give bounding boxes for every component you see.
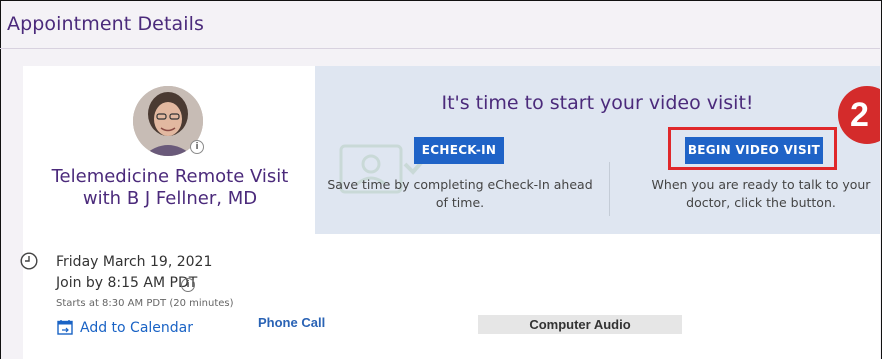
header-divider	[0, 48, 880, 49]
begin-video-description: When you are ready to talk to your docto…	[651, 177, 871, 210]
join-info-icon[interactable]: i	[181, 278, 195, 292]
phone-call-option[interactable]: Phone Call	[258, 315, 325, 330]
video-visit-panel: It's time to start your video visit! ECH…	[315, 66, 880, 234]
computer-audio-option[interactable]: Computer Audio	[478, 315, 682, 334]
add-to-calendar-link[interactable]: Add to Calendar	[80, 320, 193, 336]
begin-video-visit-button[interactable]: BEGIN VIDEO VISIT	[685, 137, 823, 164]
video-visit-heading: It's time to start your video visit!	[441, 92, 754, 114]
audio-options-area	[315, 234, 880, 360]
echeck-in-button[interactable]: ECHECK-IN	[414, 137, 504, 164]
echeck-in-description: Save time by completing eCheck-In ahead …	[327, 177, 593, 210]
calendar-icon[interactable]	[57, 319, 73, 335]
visit-title: Telemedicine Remote Visit with B J Felln…	[51, 166, 289, 209]
appointment-date: Friday March 19, 2021	[56, 254, 213, 270]
join-by-time: Join by 8:15 AM PDT	[56, 275, 198, 291]
avatar-info-icon[interactable]: i	[190, 140, 204, 154]
page-title: Appointment Details	[7, 13, 205, 35]
options-divider	[609, 162, 610, 216]
start-time-note: Starts at 8:30 AM PDT (20 minutes)	[56, 298, 234, 309]
clock-icon	[20, 252, 38, 270]
